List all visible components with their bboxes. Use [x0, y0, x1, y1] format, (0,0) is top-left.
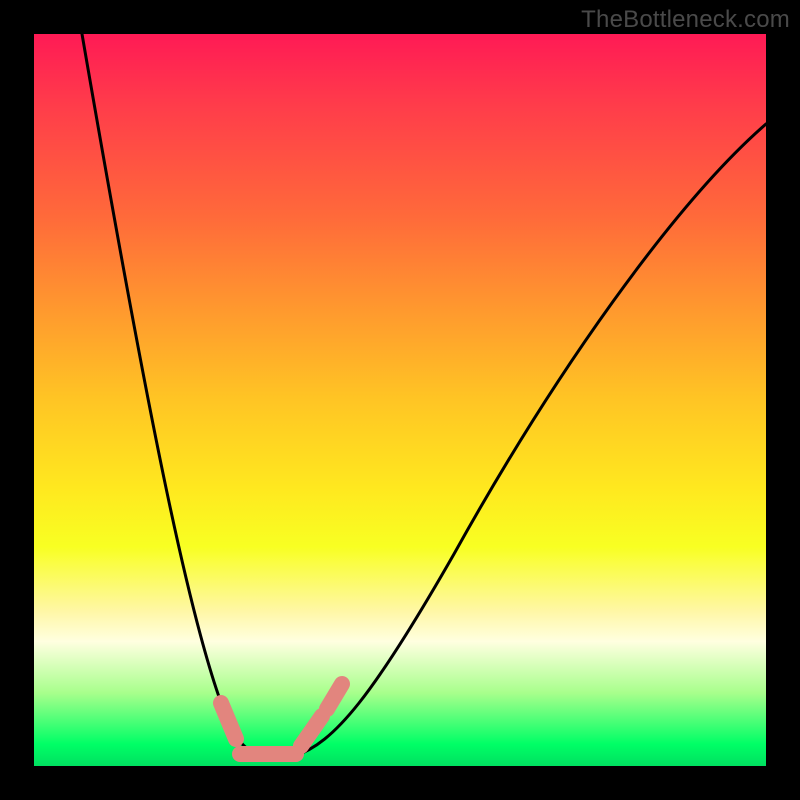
v-curve	[82, 34, 766, 758]
marker-right-1	[301, 716, 322, 746]
outer-frame: TheBottleneck.com	[0, 0, 800, 800]
marker-right-2	[327, 684, 342, 709]
watermark-text: TheBottleneck.com	[581, 6, 790, 34]
curve-svg	[34, 34, 766, 766]
marker-left	[221, 703, 236, 739]
plot-area	[34, 34, 766, 766]
